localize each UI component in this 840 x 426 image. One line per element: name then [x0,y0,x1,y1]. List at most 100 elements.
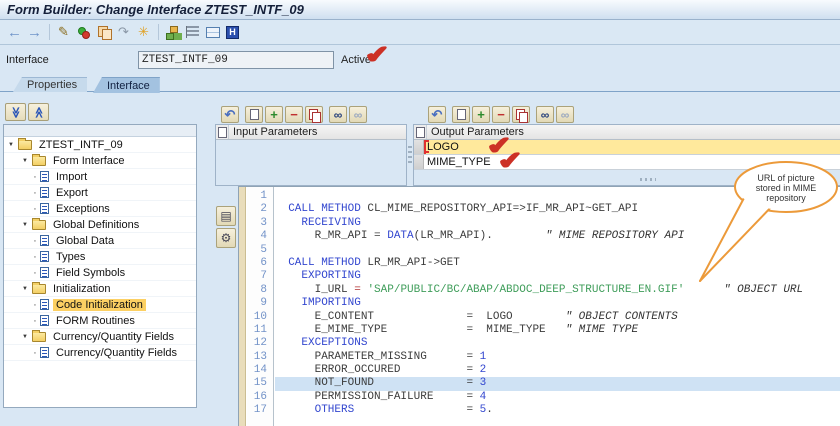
code-text: EXCEPTIONS [301,337,368,350]
code-line-17[interactable]: 17 OTHERS = 5. [239,404,840,417]
tree-item-initialization[interactable]: ▼ Initialization [4,281,196,297]
tree-item-currency-quantity-fields[interactable]: ▼ Currency/Quantity Fields [4,329,196,345]
expand-all-icon: ≫ [32,106,45,118]
insert-row-icon[interactable]: + [472,106,490,123]
tree-item-global-data[interactable]: · Global Data [4,233,196,249]
find-next-icon[interactable]: ∞ [349,106,367,123]
line-number: 9 [260,297,267,310]
line-number: 11 [253,323,267,336]
code-line-14[interactable]: 14 ERROR_OCCURED = 2 [239,364,840,377]
undo-icon: ↶ [224,106,236,122]
display-change-icon[interactable]: ✎ [54,23,73,41]
copy-rows-icon[interactable] [305,106,323,123]
tree-item-label: Import [56,170,88,183]
callout-text-line3: repository [766,193,806,203]
tab-properties-label: Properties [27,79,78,91]
form-layout-icon[interactable] [183,23,202,41]
undo-icon[interactable]: ↶ [221,106,239,123]
delete-row-icon[interactable]: − [285,106,303,123]
tree-item-form-routines[interactable]: · FORM Routines [4,313,196,329]
main-toolbar: ← → ✎ ↷ ✳ H [0,20,840,45]
find-next-icon[interactable]: ∞ [556,106,574,123]
check-icon[interactable] [74,23,93,41]
vertical-splitter-handle[interactable] [408,146,412,164]
code-line-9[interactable]: 9 IMPORTING [239,297,840,310]
tab-interface[interactable]: Interface [93,77,160,93]
code-line-16[interactable]: 16 PERMISSION_FAILURE = 4 [239,391,840,404]
nav-forward-icon[interactable]: → [25,23,44,41]
code-line-15[interactable]: 15 NOT_FOUND = 3 [239,377,840,391]
copy-rows-icon[interactable] [512,106,530,123]
tree-item-exceptions[interactable]: · Exceptions [4,201,196,217]
input-parameters-header: Input Parameters [216,125,406,140]
nav-back-icon[interactable]: ← [5,23,24,41]
line-number: 12 [253,337,267,350]
leaf-bullet: · [33,266,37,279]
tree-item-types[interactable]: · Types [4,249,196,265]
code-line-11[interactable]: 11 E_MIME_TYPE = MIME_TYPE " MIME TYPE [239,324,840,337]
expander-icon[interactable]: ▼ [8,142,18,148]
line-number: 16 [253,390,267,403]
row-selector-cell[interactable] [414,140,424,154]
expander-icon[interactable]: ▼ [22,222,32,228]
expander-icon[interactable]: ▼ [22,286,32,292]
line-number: 10 [253,310,267,323]
code-line-10[interactable]: 10 E_CONTENT = LOGO " OBJECT CONTENTS [239,311,840,324]
interface-input[interactable] [138,51,334,69]
code-text: IMPORTING [301,297,361,310]
tree-item-import[interactable]: · Import [4,169,196,185]
document-icon [40,299,49,310]
collapse-all-button[interactable]: ≫ [5,103,26,121]
information-icon: H [226,25,239,39]
interface-label: Interface [6,54,49,66]
line-number: 5 [260,243,267,256]
expander-icon[interactable]: ▼ [22,334,32,340]
pattern-icon[interactable]: ✳ [134,23,153,41]
table-view-icon[interactable] [203,23,222,41]
undo-icon[interactable]: ↶ [428,106,446,123]
find-icon[interactable]: ∞ [536,106,554,123]
find-next-icon: ∞ [560,107,570,122]
expander-icon[interactable]: ▼ [22,158,32,164]
code-text: OTHERS = 5. [275,404,493,417]
editor-outline-button[interactable]: ▤ [216,206,236,226]
find-icon[interactable]: ∞ [329,106,347,123]
copy-form-icon[interactable] [94,23,113,41]
code-line-13[interactable]: 13 PARAMETER_MISSING = 1 [239,351,840,364]
expand-all-button[interactable]: ≫ [28,103,49,121]
tree-item-currency-quantity-fields[interactable]: · Currency/Quantity Fields [4,345,196,361]
create-row-icon[interactable] [452,106,470,123]
document-icon [40,315,49,326]
output-parameters-toolbar: ↶ + − ∞ ∞ [428,106,576,123]
create-row-icon[interactable] [245,106,263,123]
create-row-icon [456,109,466,120]
pretty-printer-icon: ⚙ [220,231,232,245]
tree-item-label: Field Symbols [56,266,126,279]
output-parameters-header: Output Parameters [414,125,840,140]
tree-item-form-interface[interactable]: ▼ Form Interface [4,153,196,169]
information-icon[interactable]: H [223,23,242,41]
folder-icon [32,153,46,166]
tree-item-field-symbols[interactable]: · Field Symbols [4,265,196,281]
tree-item-label: FORM Routines [56,314,135,327]
delete-row-icon[interactable]: − [492,106,510,123]
hierarchy-icon[interactable] [163,23,182,41]
tab-strip: Properties Interface [0,76,840,93]
tree-item-code-initialization[interactable]: · Code Initialization [4,297,196,313]
tab-properties[interactable]: Properties [13,77,88,92]
leaf-bullet: · [33,346,37,359]
tree-item-label: Global Definitions [53,218,140,231]
document-icon [40,235,49,246]
tree-item-ztest-intf-09[interactable]: ▼ ZTEST_INTF_09 [4,137,196,153]
code-text: PARAMETER_MISSING = 1 [275,350,487,363]
form-layout-icon [186,26,199,38]
row-selector-cell[interactable] [414,155,424,169]
pretty-printer-button[interactable]: ⚙ [216,228,236,248]
insert-row-icon[interactable]: + [265,106,283,123]
callout-text-line2: stored in MIME [756,183,817,193]
code-line-12[interactable]: 12 EXCEPTIONS [239,337,840,350]
transport-icon[interactable]: ↷ [114,23,133,41]
undo-icon: ↶ [431,106,443,122]
tree-item-export[interactable]: · Export [4,185,196,201]
tree-item-global-definitions[interactable]: ▼ Global Definitions [4,217,196,233]
